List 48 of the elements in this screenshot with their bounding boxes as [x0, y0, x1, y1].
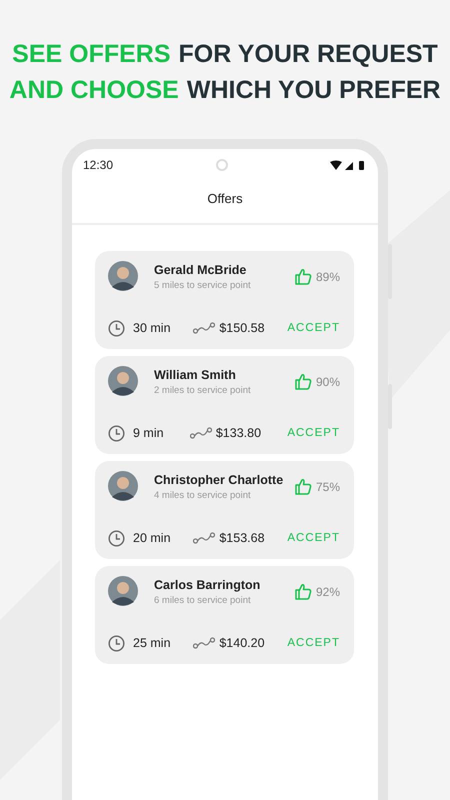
accept-button[interactable]: ACCEPT: [287, 634, 340, 652]
headline-text: SEE OFFERS: [12, 39, 171, 70]
distance-text: 4 miles to service point: [154, 489, 252, 504]
route-icon: [193, 322, 216, 334]
avatar-icon: [108, 260, 138, 290]
driver-name: Christopher Charlotte: [154, 472, 284, 489]
headline-text: AND CHOOSE: [9, 75, 179, 106]
thumbs-up-icon: [294, 478, 312, 495]
time-text: 25 min: [133, 634, 171, 652]
clock-icon: [108, 634, 125, 652]
rating-text: 90%: [316, 374, 340, 390]
accept-button[interactable]: ACCEPT: [287, 320, 340, 337]
status-time: 12:30: [83, 157, 114, 174]
driver-name: Gerald McBride: [154, 262, 248, 278]
headline-text: FOR YOUR REQUEST: [178, 39, 438, 70]
accept-button[interactable]: ACCEPT: [287, 530, 340, 547]
headline-text: WHICH YOU PREFER: [186, 75, 441, 106]
thumbs-up-icon: [294, 372, 312, 390]
distance-text: 6 miles to service point: [154, 594, 252, 608]
route-icon: [193, 532, 216, 544]
route-icon: [193, 637, 216, 650]
clock-icon: [108, 320, 125, 337]
price-text: $153.68: [219, 530, 265, 547]
camera-icon: [216, 159, 228, 171]
price-text: $133.80: [216, 424, 262, 442]
route-icon: [190, 427, 212, 440]
avatar-icon: [108, 576, 138, 606]
driver-name: William Smith: [154, 366, 237, 384]
avatar-icon: [108, 366, 138, 396]
rating-text: 75%: [316, 478, 340, 496]
clock-icon: [108, 424, 125, 442]
price-text: $150.58: [219, 320, 265, 337]
time-text: 30 min: [133, 320, 171, 337]
price-text: $140.20: [219, 634, 265, 652]
time-text: 9 min: [133, 424, 164, 442]
driver-name: Carlos Barrington: [154, 576, 262, 594]
distance-text: 5 miles to service point: [154, 279, 252, 294]
avatar-icon: [108, 470, 138, 500]
distance-text: 2 miles to service point: [154, 384, 252, 398]
thumbs-up-icon: [294, 268, 312, 285]
time-text: 20 min: [133, 530, 171, 547]
rating-text: 92%: [316, 584, 340, 600]
status-icons: [330, 160, 366, 170]
clock-icon: [108, 530, 125, 547]
screen-title: Offers: [72, 175, 378, 224]
thumbs-up-icon: [294, 582, 312, 600]
accept-button[interactable]: ACCEPT: [287, 424, 340, 442]
rating-text: 89%: [316, 268, 340, 286]
